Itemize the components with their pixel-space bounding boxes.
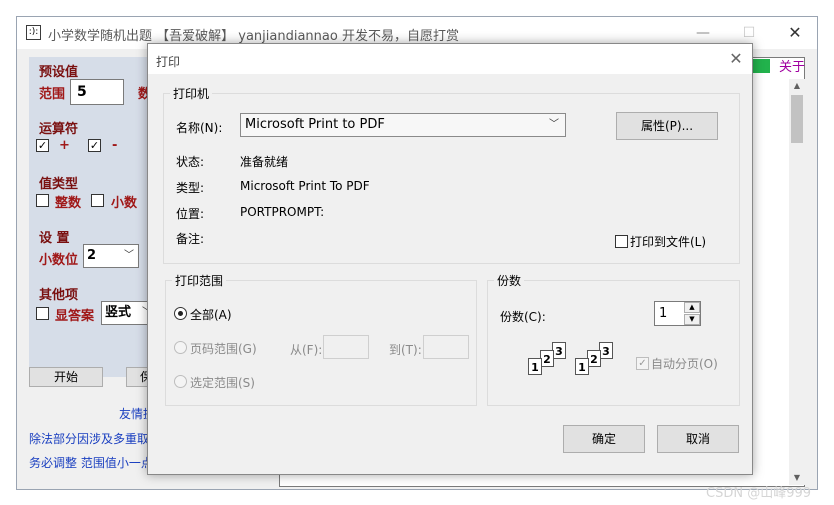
- type-value: Microsoft Print To PDF: [240, 179, 370, 193]
- start-button[interactable]: 开始: [29, 367, 103, 387]
- type-label: 类型:: [176, 181, 205, 195]
- spin-down-icon[interactable]: ▼: [684, 314, 700, 325]
- plus-checkbox[interactable]: ✓: [36, 139, 49, 152]
- maximize-button[interactable]: ☐: [729, 21, 769, 45]
- dialog-titlebar: 打印 ✕: [148, 44, 752, 74]
- range-group-title: 打印范围: [172, 272, 227, 289]
- all-radio[interactable]: [174, 307, 187, 320]
- decimal-places-label: 小数位: [39, 253, 79, 268]
- cancel-button[interactable]: 取消: [657, 425, 739, 453]
- note-line-3: 务必调整 范围值小一点: [29, 456, 153, 470]
- dialog-close-button[interactable]: ✕: [723, 48, 749, 70]
- integer-label: 整数: [55, 196, 82, 211]
- selection-label: 选定范围(S): [190, 376, 255, 390]
- printer-select[interactable]: Microsoft Print to PDF ﹀: [240, 113, 566, 137]
- range-input[interactable]: 5: [70, 79, 124, 105]
- decimal-label: 小数: [111, 196, 138, 211]
- selection-radio[interactable]: [174, 375, 187, 388]
- decimal-places-select[interactable]: 2 ﹀: [83, 244, 139, 268]
- scroll-thumb[interactable]: [791, 95, 803, 143]
- main-window-title: 小学数学随机出题 【吾爱破解】 yanjiandiannao 开发不易，自愿打赏: [48, 29, 459, 44]
- properties-button[interactable]: 属性(P)...: [616, 112, 718, 140]
- scroll-up-icon[interactable]: ▲: [789, 79, 805, 93]
- note-line-2: 除法部分因涉及多重取: [29, 432, 150, 446]
- where-label: 位置:: [176, 207, 205, 221]
- minimize-button[interactable]: —: [683, 21, 723, 45]
- collate-checkbox[interactable]: ✓: [636, 357, 649, 370]
- collate-label: 自动分页(O): [651, 357, 718, 371]
- where-value: PORTPROMPT:: [240, 205, 325, 219]
- minus-checkbox[interactable]: ✓: [88, 139, 101, 152]
- print-dialog: 打印 ✕ 打印机 名称(N): Microsoft Print to PDF ﹀…: [147, 43, 753, 475]
- status-label: 状态:: [176, 155, 205, 169]
- comment-label: 备注:: [176, 232, 205, 246]
- ok-button[interactable]: 确定: [563, 425, 645, 453]
- integer-checkbox[interactable]: [36, 194, 49, 207]
- copies-label: 份数(C):: [500, 310, 546, 324]
- range-label: 范围: [39, 87, 66, 102]
- from-input[interactable]: [323, 335, 369, 359]
- all-label: 全部(A): [190, 308, 232, 322]
- scrollbar[interactable]: ▲ ▼: [789, 79, 805, 485]
- close-button[interactable]: ✕: [775, 21, 815, 45]
- to-label: 到(T):: [389, 343, 422, 357]
- copies-group-title: 份数: [494, 272, 525, 289]
- pages-label: 页码范围(G): [190, 342, 257, 356]
- printer-name-label: 名称(N):: [176, 121, 223, 135]
- plus-label: +: [59, 138, 70, 153]
- chevron-down-icon: ﹀: [549, 119, 559, 130]
- collate-pages-icon: 3 2 1: [526, 342, 568, 380]
- status-indicator: [753, 59, 770, 73]
- print-to-file-checkbox[interactable]: [615, 235, 628, 248]
- app-icon: :):: [26, 25, 41, 40]
- decimal-checkbox[interactable]: [91, 194, 104, 207]
- pages-radio[interactable]: [174, 341, 187, 354]
- decimal-places-value: 2: [87, 248, 97, 263]
- from-label: 从(F):: [290, 343, 323, 357]
- show-answer-label: 显答案: [55, 309, 95, 324]
- to-input[interactable]: [423, 335, 469, 359]
- operators-group-title: 运算符: [39, 122, 79, 137]
- show-answer-checkbox[interactable]: [36, 307, 49, 320]
- printer-group-title: 打印机: [170, 85, 213, 102]
- printer-select-value: Microsoft Print to PDF: [245, 117, 385, 132]
- status-value: 准备就绪: [240, 155, 289, 169]
- print-to-file-label: 打印到文件(L): [630, 235, 707, 249]
- other-group-title: 其他项: [39, 288, 79, 303]
- watermark: CSDN @山峰999: [706, 486, 812, 501]
- chevron-down-icon: ﹀: [124, 250, 134, 261]
- about-link[interactable]: 关于: [779, 56, 805, 75]
- layout-value: 竖式: [105, 305, 132, 320]
- settings-group-title: 设 置: [39, 231, 70, 246]
- minus-label: -: [112, 138, 118, 153]
- presets-group-title: 预设值: [39, 65, 79, 80]
- spin-up-icon[interactable]: ▲: [684, 302, 700, 313]
- collate-pages-icon-2: 3 2 1: [573, 342, 615, 380]
- dialog-title: 打印: [156, 55, 181, 69]
- value-type-group-title: 值类型: [39, 177, 79, 192]
